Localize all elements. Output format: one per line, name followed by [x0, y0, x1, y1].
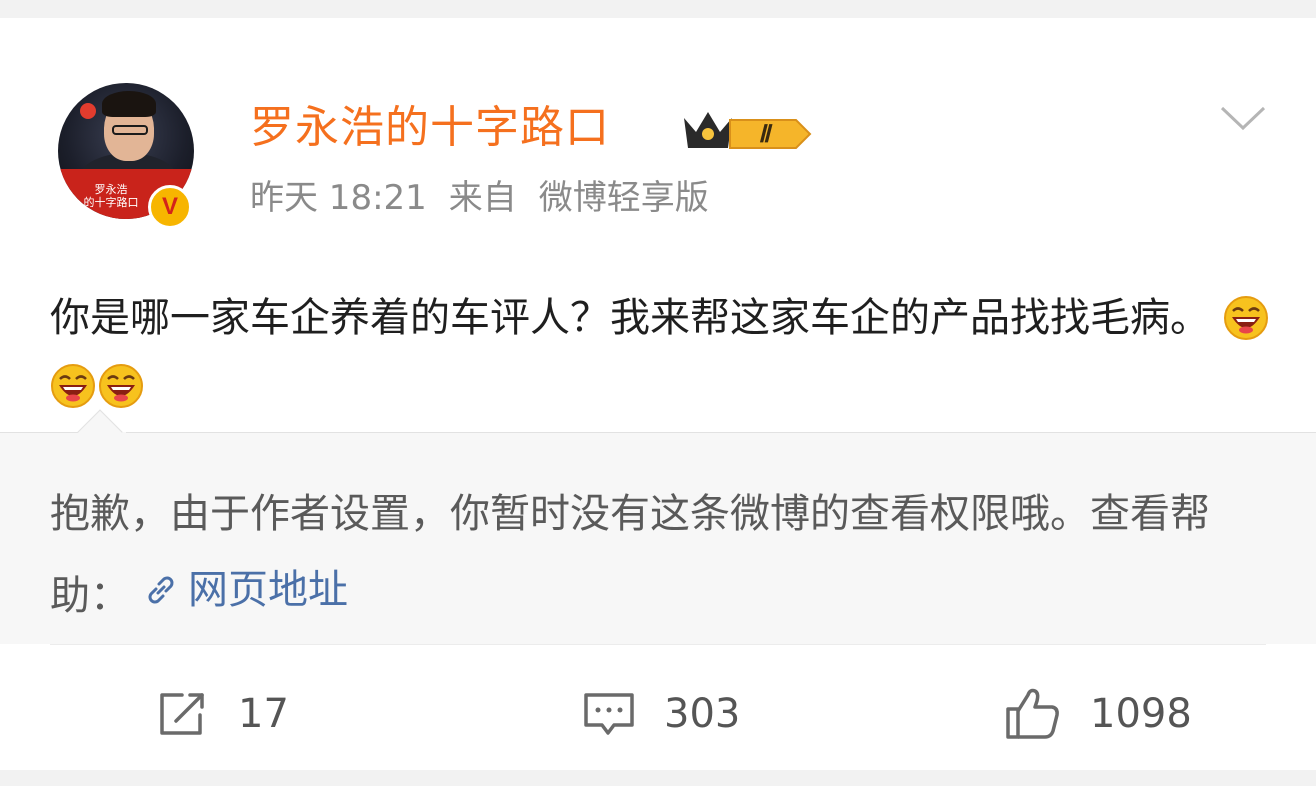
web-address-link[interactable]: 网页地址	[130, 552, 348, 628]
permission-notice: 抱歉，由于作者设置，你暂时没有这条微博的查看权限哦。查看帮助： 网页地址	[0, 409, 1316, 644]
post-time: 昨天 18:21	[250, 178, 427, 218]
weibo-post-card: 罗永浩 的十字路口 V 罗永浩的十字路口 Ⅱ 昨天 18:21 来自 微博轻享版 你…	[0, 18, 1316, 770]
like-count: 1098	[1090, 691, 1192, 737]
repost-button[interactable]: 17	[156, 684, 289, 744]
repost-count: 17	[238, 691, 289, 737]
author-name[interactable]: 罗永浩的十字路口	[250, 102, 610, 154]
chevron-down-icon[interactable]	[1218, 102, 1268, 132]
thumbs-up-icon	[1006, 688, 1059, 739]
laughing-emoji-icon	[99, 364, 143, 408]
avatar-logo-mark	[80, 103, 96, 119]
laughing-emoji-icon	[51, 364, 95, 408]
post-text: 你是哪一家车企养着的车评人？我来帮这家车企的产品找找毛病。	[50, 284, 1280, 420]
post-source-prefix: 来自	[448, 178, 517, 218]
avatar-figure-hair	[102, 91, 156, 117]
post-meta: 昨天 18:21 来自 微博轻享版	[250, 176, 731, 220]
notice-text: 抱歉，由于作者设置，你暂时没有这条微博的查看权限哦。查看帮助： 网页地址	[50, 476, 1270, 634]
notice-border-left	[0, 432, 84, 433]
verified-badge-icon: V	[148, 185, 192, 229]
comment-button[interactable]: 303	[582, 684, 740, 744]
action-bar-divider	[50, 644, 1266, 645]
member-crown-badge-icon[interactable]: Ⅱ	[678, 106, 818, 158]
post-source[interactable]: 微博轻享版	[539, 178, 709, 218]
like-button[interactable]: 1098	[1004, 684, 1192, 744]
web-address-label: 网页地址	[188, 567, 348, 613]
post-body: 你是哪一家车企养着的车评人？我来帮这家车企的产品找找毛病。	[50, 295, 1210, 341]
comment-icon	[584, 693, 634, 735]
laughing-emoji-icon	[1223, 296, 1268, 340]
avatar-figure-glasses	[112, 125, 148, 135]
link-icon	[148, 576, 174, 604]
repost-icon	[160, 693, 204, 735]
notice-border-right	[126, 432, 1316, 433]
comment-count: 303	[664, 691, 741, 737]
